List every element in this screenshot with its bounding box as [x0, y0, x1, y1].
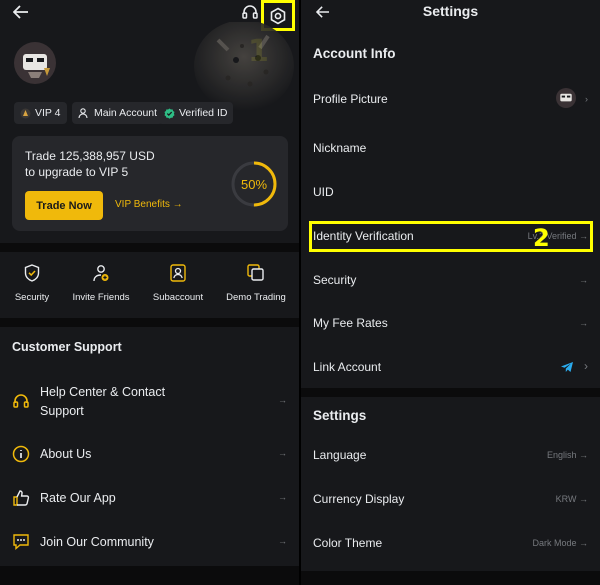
main-account-label: Main Account	[94, 107, 158, 119]
section-divider	[0, 318, 299, 327]
account-panel: 1 VIP 4 Main Account Verified ID Trade 1…	[0, 0, 299, 585]
menu-row-label: Help Center & Contact Support	[40, 385, 166, 418]
settings-row-uid[interactable]: UID	[301, 179, 600, 207]
vip-level-label: VIP 4	[35, 107, 61, 119]
settings-row-currency-display[interactable]: Currency Display KRW →	[301, 486, 600, 514]
vip-upgrade-card: Trade 125,388,957 USD to upgrade to VIP …	[12, 136, 288, 231]
quick-action-label: Subaccount	[152, 292, 204, 303]
chevron-right-icon: →	[278, 492, 287, 502]
settings-row-label: Language	[313, 448, 367, 462]
menu-row-label: Rate Our App	[40, 491, 116, 505]
demo-trading-icon	[247, 264, 264, 281]
chevron-right-icon: →	[579, 275, 588, 285]
profile-picture-thumbnail	[556, 88, 576, 108]
vip-progress-percent: 50%	[240, 176, 268, 192]
chevron-right-icon: →	[278, 536, 287, 546]
color-theme-value: Dark Mode →	[532, 538, 588, 548]
quick-action-demo-trading[interactable]: Demo Trading	[219, 264, 293, 303]
section-divider	[301, 388, 600, 397]
quick-action-security[interactable]: Security	[0, 264, 69, 303]
settings-row-label: Nickname	[313, 141, 367, 155]
settings-row-fee-rates[interactable]: My Fee Rates →	[301, 310, 600, 338]
settings-heading: Settings	[313, 408, 367, 423]
upgrade-line-2: to upgrade to VIP 5	[25, 165, 129, 179]
settings-row-color-theme[interactable]: Color Theme Dark Mode →	[301, 530, 600, 558]
upgrade-requirement-text: Trade 125,388,957 USD to upgrade to VIP …	[25, 148, 205, 180]
verified-check-icon	[164, 108, 175, 119]
menu-row-label: Join Our Community	[40, 535, 154, 549]
settings-panel: Settings Account Info Profile Picture › …	[301, 0, 600, 585]
section-divider	[301, 571, 600, 585]
section-divider	[0, 243, 299, 252]
invite-user-icon	[93, 265, 109, 282]
user-icon	[78, 107, 88, 118]
subaccount-icon	[170, 264, 186, 282]
settings-row-language[interactable]: Language English →	[301, 442, 600, 470]
settings-page-title: Settings	[422, 3, 479, 19]
customer-support-heading: Customer Support	[12, 340, 122, 354]
settings-row-profile-picture[interactable]: Profile Picture ›	[301, 86, 600, 114]
telegram-icon	[561, 362, 573, 372]
account-info-heading: Account Info	[313, 46, 396, 61]
headset-icon	[13, 394, 29, 408]
settings-row-label: Currency Display	[313, 492, 405, 506]
chevron-right-icon: →	[579, 318, 588, 328]
settings-row-label: Link Account	[313, 360, 382, 374]
chevron-right-icon: ›	[584, 359, 588, 373]
quick-action-label: Invite Friends	[72, 292, 130, 303]
main-account-badge[interactable]: Main Account	[72, 102, 164, 124]
settings-row-link-account[interactable]: Link Account ›	[301, 354, 600, 382]
menu-row-rate-app[interactable]: Rate Our App →	[0, 488, 299, 510]
menu-row-help-center[interactable]: Help Center & Contact Support →	[0, 382, 299, 422]
upgrade-line-1: Trade 125,388,957 USD	[25, 149, 155, 163]
currency-value: KRW →	[555, 494, 588, 504]
quick-action-invite-friends[interactable]: Invite Friends	[64, 264, 138, 303]
back-arrow-icon[interactable]	[10, 2, 32, 22]
leopard-illustration	[194, 22, 294, 112]
settings-row-nickname[interactable]: Nickname	[301, 135, 600, 163]
thumbs-up-icon	[13, 490, 30, 506]
menu-row-label: About Us	[40, 447, 92, 461]
verified-id-label: Verified ID	[179, 107, 228, 119]
verified-id-badge[interactable]: Verified ID	[158, 102, 234, 124]
chevron-right-icon: →	[278, 448, 287, 458]
settings-row-label: Profile Picture	[313, 92, 388, 106]
annotation-step-2: 2	[533, 224, 550, 252]
quick-action-label: Security	[14, 292, 50, 303]
trade-now-button[interactable]: Trade Now	[25, 191, 103, 220]
vip-benefits-link[interactable]: VIP Benefits →	[115, 199, 183, 210]
chevron-right-icon: →	[278, 395, 287, 405]
vip-gem-icon	[20, 108, 31, 118]
settings-row-label: Security	[313, 273, 357, 287]
headset-icon[interactable]	[238, 0, 262, 24]
vip-level-badge[interactable]: VIP 4	[14, 102, 67, 124]
info-icon	[12, 445, 30, 463]
quick-action-subaccount[interactable]: Subaccount	[141, 264, 215, 303]
identity-verification-highlight	[309, 221, 593, 252]
menu-row-community[interactable]: Join Our Community →	[0, 532, 299, 554]
chat-icon	[13, 534, 29, 551]
language-value: English →	[546, 450, 588, 460]
menu-row-about-us[interactable]: About Us →	[0, 444, 299, 466]
settings-row-label: My Fee Rates	[313, 316, 388, 330]
settings-row-label: Color Theme	[313, 536, 383, 550]
shield-icon	[24, 264, 40, 282]
settings-row-security[interactable]: Security →	[301, 267, 600, 295]
section-divider	[0, 566, 299, 585]
quick-action-label: Demo Trading	[226, 292, 286, 303]
chevron-right-icon: ›	[585, 94, 588, 104]
user-avatar[interactable]	[14, 42, 56, 84]
settings-row-label: UID	[313, 185, 334, 199]
